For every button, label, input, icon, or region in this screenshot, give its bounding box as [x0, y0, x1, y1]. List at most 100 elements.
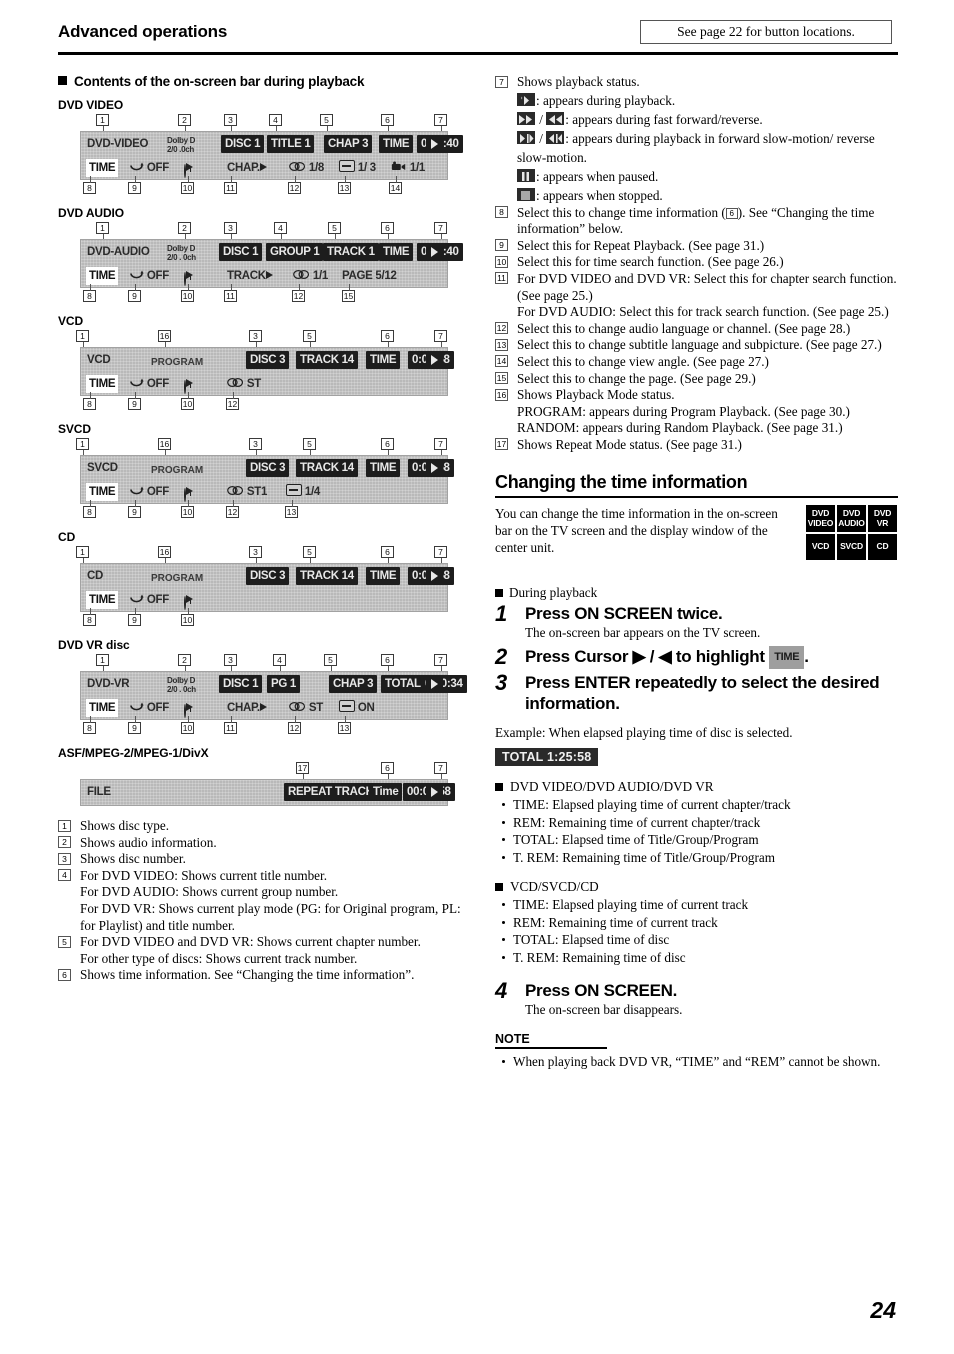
time-label: TOTAL	[381, 675, 425, 693]
callout-10: 10	[181, 500, 194, 518]
status-line-ff-rew: / : appears during fast forward/reverse.	[495, 110, 898, 129]
group-heading: VCD/SVCD/CD	[495, 878, 898, 895]
callout-11: 11	[224, 284, 237, 302]
view-angle-setting[interactable]: 1/1	[391, 159, 425, 177]
osd-bar-graphic: DVD-AUDIO Dolby D 2/0 . 0ch DISC 1 GROUP…	[80, 239, 463, 288]
time-search-button[interactable]	[184, 483, 193, 502]
callout-5: 5	[303, 546, 316, 565]
time-select-button[interactable]: TIME	[86, 159, 119, 177]
repeat-setting[interactable]: OFF	[129, 267, 169, 285]
time-select-button[interactable]: TIME	[86, 699, 119, 717]
chapter-search-button[interactable]: CHAP.	[227, 699, 267, 717]
callout-10: 10	[181, 716, 194, 734]
disc-type-value: CD	[87, 570, 104, 582]
osd-bar-row1: CD PROGRAM DISC 3 TRACK 14 TIME 0:04:58	[81, 564, 454, 589]
osd-bar-row1: DVD-VR Dolby D 2/0 . 0ch DISC 1 PG 1 CHA…	[81, 672, 467, 697]
audio-channel-setting[interactable]: 1/1	[293, 267, 328, 285]
note-number: 2	[58, 836, 71, 849]
notes-list-right: 7 Shows playback status. : appears durin…	[495, 74, 898, 454]
audio-channel-setting[interactable]: ST	[227, 375, 261, 393]
track-search-button[interactable]: TRACK	[227, 267, 273, 285]
callout-row-top: 1 2 3 4 5 6 7	[58, 114, 466, 133]
callout-10: 10	[181, 392, 194, 410]
callout-11: 11	[224, 716, 237, 734]
audio-channel-setting[interactable]: ST1	[227, 483, 267, 501]
notes-list-left: 1 Shows disc type. 2 Shows audio informa…	[58, 818, 466, 984]
note-block: When playing back DVD VR, “TIME” and “RE…	[495, 1053, 898, 1071]
chapter-search-button[interactable]: CHAP.	[227, 159, 267, 177]
track-number-value: TRACK 14	[296, 351, 358, 369]
note-number: 6	[58, 968, 71, 981]
time-select-button[interactable]: TIME	[86, 591, 119, 609]
callout-2: 2	[178, 222, 191, 241]
list-item: TIME: Elapsed playing time of current ch…	[502, 796, 898, 814]
time-search-button[interactable]	[184, 267, 193, 286]
time-select-button[interactable]: TIME	[86, 375, 119, 393]
play-status-icon	[426, 351, 443, 369]
callout-1: 1	[76, 546, 89, 565]
repeat-setting[interactable]: OFF	[129, 159, 169, 177]
repeat-setting[interactable]: OFF	[129, 699, 169, 717]
page-setting[interactable]: PAGE 5/12	[342, 267, 397, 285]
repeat-icon	[130, 162, 144, 171]
subtitle-setting[interactable]: ON	[339, 699, 375, 717]
step-number: 4	[495, 978, 508, 1003]
callout-7: 7	[434, 654, 447, 673]
step-1: 1 Press ON SCREEN twice. The on-screen b…	[495, 601, 898, 641]
disc-number-value: DISC 1	[219, 675, 263, 693]
time-select-button[interactable]: TIME	[86, 267, 119, 285]
disc-type-value: DVD-VIDEO	[87, 138, 149, 150]
time-select-button[interactable]: TIME	[86, 483, 119, 501]
callout-10: 10	[181, 284, 194, 302]
time-search-button[interactable]	[184, 699, 193, 718]
track-number-value: TRACK 1	[323, 243, 379, 261]
section-rule	[495, 495, 898, 498]
status-line-slow: / : appears during playback in forward s…	[495, 129, 898, 167]
disc-number-value: DISC 1	[221, 135, 265, 153]
note-number: 5	[58, 935, 71, 948]
step-number: 2	[495, 644, 508, 669]
repeat-icon	[130, 270, 144, 279]
note-item: 4 For DVD VIDEO: Shows current title num…	[58, 868, 466, 934]
audio-channel-setting[interactable]: 1/8	[289, 159, 324, 177]
page-header: Advanced operations See page 22 for butt…	[58, 20, 898, 55]
callout-5: 5	[303, 330, 316, 349]
note-item-8: 8 Select this to change time information…	[495, 205, 898, 238]
audio-channel-setting[interactable]: ST	[289, 699, 323, 717]
callout-5: 5	[324, 654, 337, 673]
subtitle-setting[interactable]: 1/ 3	[339, 159, 376, 177]
callout-1: 1	[76, 438, 89, 457]
osd-bar-graphic: FILE REPEAT TRACK Time 00:04:58	[80, 779, 455, 806]
subtitle-setting[interactable]: 1/4	[286, 483, 320, 501]
play-status-icon	[426, 675, 443, 693]
callout-7: 7	[434, 546, 447, 565]
step-2: 2 Press Cursor ▶ / ◀ to highlight TIME.	[495, 644, 898, 669]
note-number: 1	[58, 819, 71, 832]
time-search-button[interactable]	[184, 591, 193, 610]
slow-reverse-icon	[546, 130, 565, 144]
group-heading: DVD VIDEO/DVD AUDIO/DVD VR	[495, 778, 898, 795]
step-title: Press ON SCREEN twice.	[525, 604, 723, 623]
callout-12: 12	[226, 392, 239, 410]
repeat-setting[interactable]: OFF	[129, 483, 169, 501]
note-line: Select this for Repeat Playback. (See pa…	[517, 237, 765, 253]
callout-row-top: 1 2 3 4 5 6 7	[58, 654, 466, 673]
note-number: 13	[495, 338, 508, 351]
osd-bar-file: 17 6 7 FILE REPEAT TRACK Time 00:04:58	[58, 762, 466, 806]
callout-15: 15	[342, 284, 355, 302]
osd-bar-cd: 1 16 3 5 6 7 CD PROGRAM DISC 3 TRACK 14 …	[58, 546, 466, 629]
repeat-setting[interactable]: OFF	[129, 375, 169, 393]
time-search-button[interactable]	[184, 375, 193, 394]
time-search-button[interactable]	[184, 159, 193, 178]
clock-icon	[184, 272, 186, 286]
repeat-setting[interactable]: OFF	[129, 591, 169, 609]
play-status-icon	[426, 243, 443, 261]
audio-icon	[227, 378, 244, 387]
callout-4: 4	[273, 654, 286, 673]
osd-bar-graphic: VCD PROGRAM DISC 3 TRACK 14 TIME 0:04:58…	[80, 347, 454, 396]
callout-8: 8	[83, 392, 96, 410]
callout-1: 1	[96, 222, 109, 241]
osd-bar-graphic: CD PROGRAM DISC 3 TRACK 14 TIME 0:04:58 …	[80, 563, 454, 612]
manual-page: Advanced operations See page 22 for butt…	[0, 0, 954, 1354]
note-item: 5 For DVD VIDEO and DVD VR: Shows curren…	[58, 934, 466, 967]
